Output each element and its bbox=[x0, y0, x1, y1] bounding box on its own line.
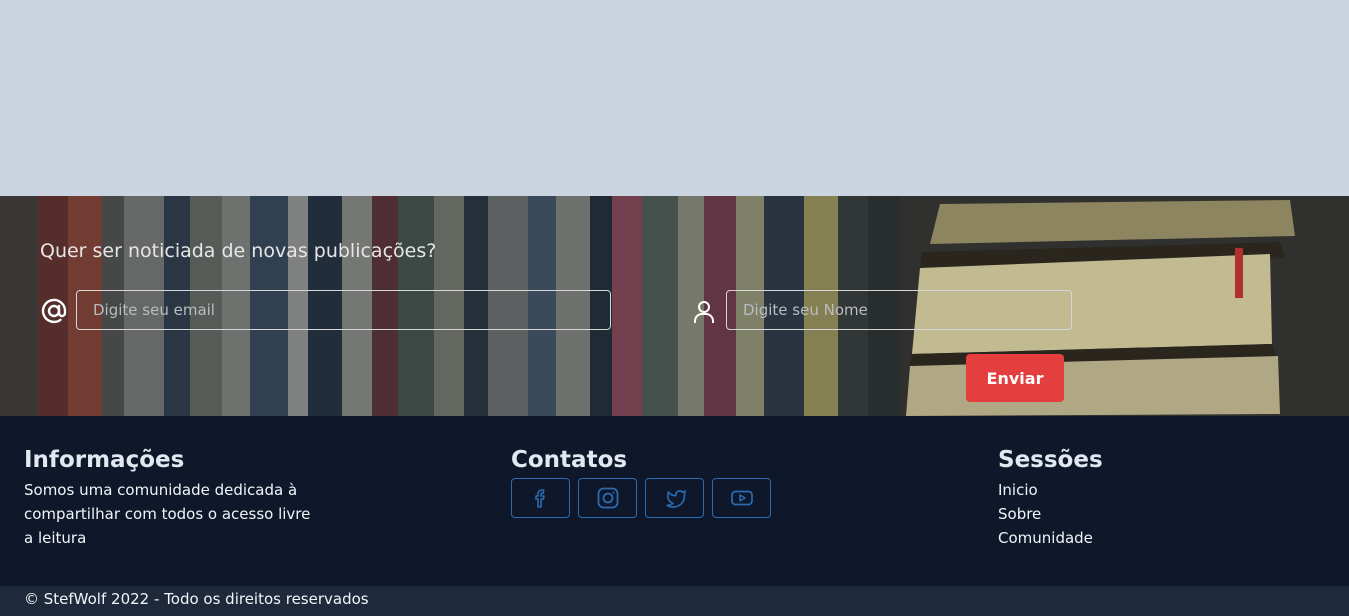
user-icon bbox=[694, 301, 714, 323]
footer: Informações Somos uma comunidade dedicad… bbox=[0, 416, 1349, 586]
at-sign-icon bbox=[41, 298, 67, 324]
sessions-list: Inicio Sobre Comunidade bbox=[998, 478, 1103, 550]
info-text: Somos uma comunidade dedicada à comparti… bbox=[24, 481, 311, 547]
sessions-title: Sessões bbox=[998, 447, 1103, 473]
sessions-column: Sessões Inicio Sobre Comunidade bbox=[998, 446, 1103, 550]
contacts-title: Contatos bbox=[511, 447, 628, 473]
instagram-icon bbox=[597, 487, 618, 509]
youtube-button[interactable] bbox=[712, 478, 771, 518]
copyright-bar: © StefWolf 2022 - Todo os direitos reser… bbox=[0, 586, 1349, 616]
newsletter-section: Quer ser noticiada de novas publicações?… bbox=[0, 196, 1349, 416]
nav-link-sobre[interactable]: Sobre bbox=[998, 502, 1103, 526]
info-column: Informações Somos uma comunidade dedicad… bbox=[24, 446, 324, 550]
info-title: Informações bbox=[24, 447, 185, 473]
name-input[interactable] bbox=[726, 290, 1072, 330]
instagram-button[interactable] bbox=[578, 478, 637, 518]
copyright-text: © StefWolf 2022 - Todo os direitos reser… bbox=[24, 590, 369, 608]
nav-link-inicio[interactable]: Inicio bbox=[998, 478, 1103, 502]
contacts-column: Contatos bbox=[511, 446, 771, 518]
send-button[interactable]: Enviar bbox=[966, 354, 1064, 402]
nav-link-comunidade[interactable]: Comunidade bbox=[998, 526, 1103, 550]
newsletter-question: Quer ser noticiada de novas publicações? bbox=[40, 240, 437, 262]
top-blank-area bbox=[0, 0, 1349, 196]
facebook-icon bbox=[534, 489, 545, 508]
twitter-button[interactable] bbox=[645, 478, 704, 518]
email-input[interactable] bbox=[76, 290, 611, 330]
twitter-icon bbox=[665, 490, 686, 508]
facebook-button[interactable] bbox=[511, 478, 570, 518]
youtube-icon bbox=[730, 490, 753, 506]
